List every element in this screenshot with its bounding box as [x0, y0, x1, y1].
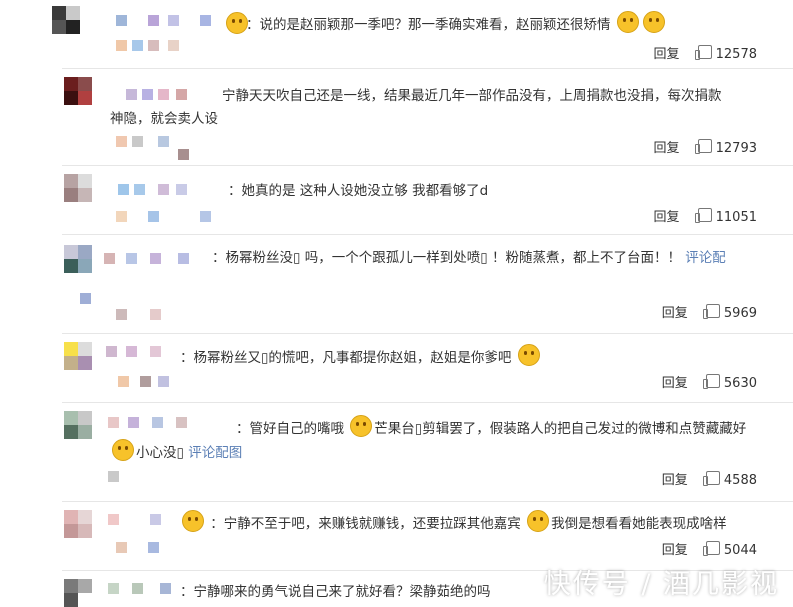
wink-emoji-icon — [527, 510, 550, 532]
emoji-icon — [182, 510, 204, 532]
thumbs-up-icon — [702, 471, 720, 486]
comment-item: ：杨幂粉丝没▯ 吗，一个个跟孤儿一样到处喷▯ ！粉随蒸煮，都上不了台面！！ 评论… — [0, 235, 793, 333]
comment-text: 宁静哪来的勇气说自己来了就好看？梁静茹绝的吗 — [193, 584, 491, 600]
comment-item: ：说的是赵丽颖那一季吧？那一季确实难看，赵丽颖还很矫情 回复 12578 — [0, 0, 793, 68]
comment-text: 宁静不至于吧，来赚钱就赚钱，还要拉踩其他嘉宾 — [223, 516, 521, 532]
like-count: 4588 — [723, 473, 757, 488]
like-count: 5630 — [723, 376, 757, 391]
watermark-text: 快传号 / 酒几影视 — [543, 569, 779, 600]
like-button[interactable]: 12578 — [694, 45, 757, 62]
cry-emoji-icon — [642, 11, 665, 33]
reply-button[interactable]: 回复 — [653, 210, 679, 225]
reply-button[interactable]: 回复 — [662, 306, 688, 321]
grin-emoji-icon — [350, 415, 373, 437]
comment-text-cont: 小心没▯ — [136, 445, 184, 461]
thumbs-up-icon — [702, 374, 720, 389]
comment-text: 杨幂粉丝又▯的慌吧，凡事都提你赵姐，赵姐是你爹吧 — [193, 350, 512, 366]
comment-image-link[interactable]: 评论配 — [685, 250, 726, 266]
blurred-avatar-and-username — [0, 166, 215, 234]
smile-emoji-icon — [517, 344, 540, 366]
like-count: 12578 — [715, 47, 757, 62]
reply-button[interactable]: 回复 — [653, 47, 679, 62]
comment-image-link[interactable]: 评论配图 — [188, 445, 242, 461]
emoji-icon — [226, 12, 248, 34]
comment-text: 她真的是 这种人设她没立够 我都看够了d — [241, 183, 489, 199]
like-count: 11051 — [715, 210, 757, 225]
like-count: 5969 — [723, 306, 757, 321]
sweat-emoji-icon — [112, 439, 134, 461]
comment-text: 杨幂粉丝没▯ 吗，一个个跟孤儿一样到处喷▯ ！粉随蒸煮，都上不了台面！！ — [225, 250, 681, 266]
comment-text-cont: 神隐，就会卖人设 — [110, 111, 218, 127]
comment-text-b: 我倒是想看看她能表现成啥样 — [551, 516, 727, 532]
blurred-avatar-and-username — [0, 235, 215, 333]
comment-item: 宁静天天吹自己还是一线，结果最近几年一部作品没有，上周捐款也没捐，每次捐款 神隐… — [0, 69, 793, 165]
cry-emoji-icon — [616, 11, 639, 33]
like-button[interactable]: 11051 — [694, 208, 757, 225]
like-button[interactable]: 4588 — [702, 471, 757, 488]
reply-button[interactable]: 回复 — [653, 141, 679, 156]
like-button[interactable]: 5044 — [702, 541, 757, 558]
thumbs-up-icon — [702, 304, 720, 319]
reply-button[interactable]: 回复 — [662, 473, 688, 488]
comment-text-b: 芒果台▯剪辑罢了，假装路人的把自己发过的微博和点赞藏藏好 — [374, 421, 747, 437]
thumbs-up-icon — [694, 45, 712, 60]
blurred-avatar-and-username — [0, 0, 215, 68]
reply-button[interactable]: 回复 — [662, 543, 688, 558]
comment-item: ：她真的是 这种人设她没立够 我都看够了d 回复 11051 — [0, 166, 793, 234]
comment-item: ：管好自己的嘴哦 芒果台▯剪辑罢了，假装路人的把自己发过的微博和点赞藏藏好 小心… — [0, 403, 793, 501]
comment-text: 说的是赵丽颖那一季吧？那一季确实难看，赵丽颖还很矫情 — [259, 17, 611, 33]
like-button[interactable]: 12793 — [694, 139, 757, 156]
thumbs-up-icon — [702, 541, 720, 556]
reply-button[interactable]: 回复 — [662, 376, 688, 391]
like-count: 5044 — [723, 543, 757, 558]
thumbs-up-icon — [694, 208, 712, 223]
comment-text: 管好自己的嘴哦 — [249, 421, 345, 437]
like-button[interactable]: 5969 — [702, 304, 757, 321]
thumbs-up-icon — [694, 139, 712, 154]
like-count: 12793 — [715, 141, 757, 156]
comment-item: ：杨幂粉丝又▯的慌吧，凡事都提你赵姐，赵姐是你爹吧 回复 5630 — [0, 334, 793, 402]
like-button[interactable]: 5630 — [702, 374, 757, 391]
comment-text: 宁静天天吹自己还是一线，结果最近几年一部作品没有，上周捐款也没捐，每次捐款 — [222, 88, 722, 104]
comment-item: ：宁静不至于吧，来赚钱就赚钱，还要拉踩其他嘉宾 我倒是想看看她能表现成啥样 回复… — [0, 502, 793, 570]
